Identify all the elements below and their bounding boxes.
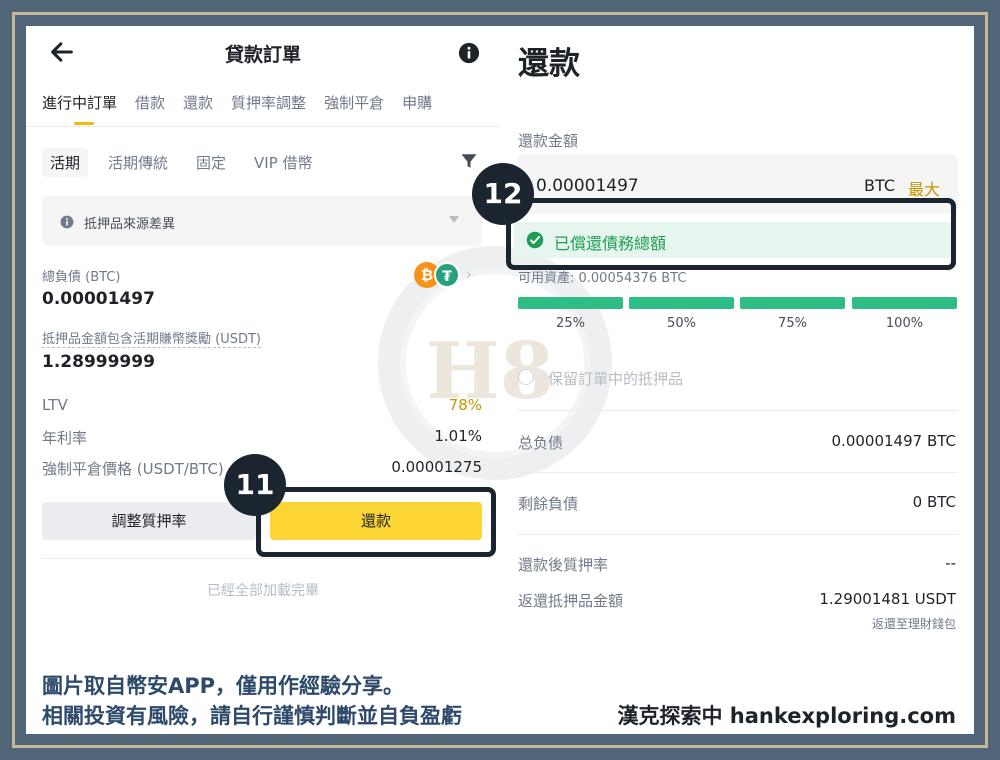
order-tabs: 進行中訂單 借款 還款 質押率調整 強制平倉 申購 <box>42 92 450 113</box>
subtab-fixed[interactable]: 固定 <box>196 152 226 173</box>
tab-ltv-adjust[interactable]: 質押率調整 <box>231 92 306 113</box>
returned-collateral-label: 返還抵押品金額 <box>518 592 624 610</box>
collateral-source-label: 抵押品來源差異 <box>84 217 176 232</box>
tab-active-orders[interactable]: 進行中訂單 <box>42 92 117 113</box>
remaining-debt-label: 剩餘負債 <box>518 495 579 513</box>
post-repay-ltv-label: 還款後質押率 <box>518 556 609 574</box>
repay-amount-value: 0.00001497 <box>536 176 639 196</box>
loan-type-subtabs: 活期 活期傳統 固定 VIP 借幣 <box>42 148 341 177</box>
ltv-label: LTV <box>42 396 68 414</box>
subtab-flexible-legacy[interactable]: 活期傳統 <box>108 152 168 173</box>
total-debt-label: 總負債 (BTC) <box>42 270 121 285</box>
repay-amount-label: 還款金額 <box>518 132 579 150</box>
caret-down-icon <box>449 216 459 223</box>
divider <box>518 534 958 535</box>
percent-label-25: 25% <box>556 316 585 331</box>
keep-collateral-label: 保留訂單中的抵押品 <box>548 370 684 388</box>
repay-title: 還款 <box>518 46 580 82</box>
return-destination-note: 返還至理財錢包 <box>871 617 956 631</box>
caption-risk: 相關投資有風險，請自行謹慎判斷並自負盈虧 <box>42 704 462 728</box>
percent-segment-100[interactable] <box>852 297 957 309</box>
highlight-box <box>506 198 956 270</box>
remaining-debt-value: 0 BTC <box>912 493 956 511</box>
apr-value: 1.01% <box>434 427 482 445</box>
collateral-amount-label: 抵押品金額包含活期賺幣獎勵 (USDT) <box>42 328 261 348</box>
post-repay-ltv-value: -- <box>945 554 956 572</box>
returned-collateral-value: 1.29001481 USDT <box>819 590 956 608</box>
tab-subscribe[interactable]: 申購 <box>402 92 432 113</box>
total-debt-label: 总负债 <box>518 434 564 452</box>
info-icon <box>60 215 74 229</box>
adjust-ltv-button[interactable]: 調整質押率 <box>42 502 256 540</box>
divider <box>26 126 500 127</box>
total-debt-value: 0.00001497 BTC <box>831 432 956 450</box>
filter-icon[interactable] <box>460 152 478 170</box>
liquidation-price-label: 強制平倉價格 (USDT/BTC) <box>42 460 224 478</box>
divider <box>42 558 482 559</box>
subtab-vip-loan[interactable]: VIP 借幣 <box>254 152 313 173</box>
tab-borrow[interactable]: 借款 <box>135 92 165 113</box>
total-debt-value: 0.00001497 <box>42 289 155 309</box>
caption-brand: 漢克探索中 hankexploring.com <box>617 704 956 728</box>
highlight-box <box>256 487 496 557</box>
percent-label-75: 75% <box>778 316 807 331</box>
keep-collateral-checkbox[interactable] <box>518 369 534 385</box>
collateral-amount-value: 1.28999999 <box>42 352 155 372</box>
liquidation-price-value: 0.00001275 <box>391 458 482 476</box>
chevron-right-icon[interactable]: › <box>466 267 472 283</box>
info-icon[interactable] <box>458 42 480 64</box>
all-loaded-text: 已經全部加載完畢 <box>207 583 319 599</box>
apr-label: 年利率 <box>42 429 88 447</box>
watermark-logo: H8 <box>426 326 554 417</box>
subtab-flexible[interactable]: 活期 <box>42 148 89 177</box>
step-badge-12: 12 <box>472 163 534 225</box>
available-assets-text: 可用資產: 0.00054376 BTC <box>518 271 687 286</box>
page-title: 貸款訂單 <box>224 44 301 66</box>
percent-label-100: 100% <box>885 316 924 331</box>
caption-source: 圖片取自幣安APP，僅用作經驗分享。 <box>42 674 405 698</box>
screenshot-canvas: H8 貸款訂單 進行中訂單 借款 還款 質押率調整 強制平倉 申購 活期 活期傳… <box>26 26 974 734</box>
step-badge-11: 11 <box>224 454 286 516</box>
divider <box>518 472 958 473</box>
percent-segment-50[interactable] <box>629 297 734 309</box>
usdt-coin-icon: ₮ <box>434 262 460 288</box>
repay-amount-unit: BTC <box>864 176 895 195</box>
percent-label-50: 50% <box>667 316 696 331</box>
percent-segment-75[interactable] <box>740 297 845 309</box>
percent-segment-25[interactable] <box>518 297 623 309</box>
ltv-value: 78% <box>448 396 482 414</box>
divider <box>518 410 958 411</box>
tab-liquidation[interactable]: 強制平倉 <box>324 92 384 113</box>
active-tab-indicator <box>74 122 94 125</box>
max-button[interactable]: 最大 <box>908 176 940 200</box>
tab-repay[interactable]: 還款 <box>183 92 213 113</box>
